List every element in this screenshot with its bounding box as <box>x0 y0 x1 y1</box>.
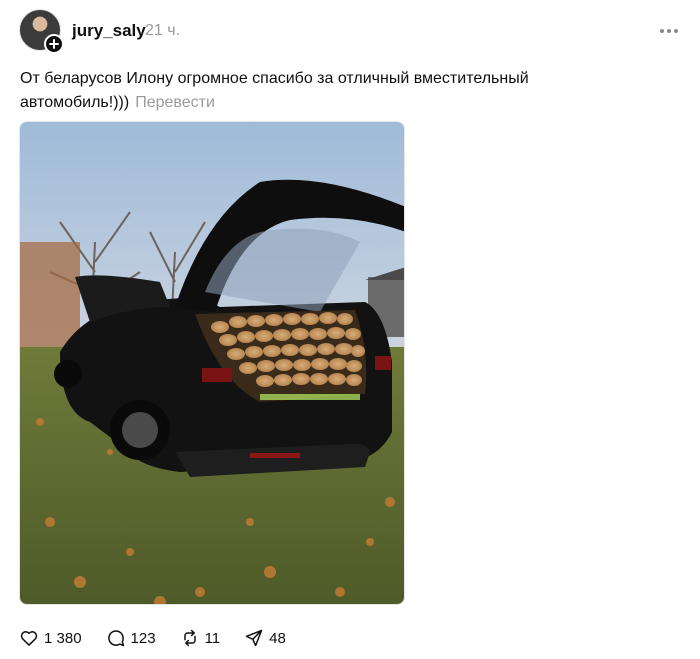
plus-icon <box>49 39 59 49</box>
repost-icon <box>183 629 196 647</box>
post: jury_saly 21 ч. От беларусов Илону огром… <box>0 0 700 659</box>
like-count: 1 380 <box>44 629 82 647</box>
repost-button[interactable]: 11 <box>180 628 221 648</box>
like-button[interactable]: 1 380 <box>19 628 82 648</box>
caption-text: От беларусов Илону огромное спасибо за о… <box>20 70 529 111</box>
action-bar: 1 380 123 11 48 <box>19 626 310 650</box>
more-button[interactable] <box>660 24 678 38</box>
translate-link[interactable]: Перевести <box>135 94 215 111</box>
post-caption: От беларусов Илону огромное спасибо за о… <box>20 67 580 115</box>
share-count: 48 <box>269 629 286 647</box>
post-image[interactable] <box>19 121 405 605</box>
post-time[interactable]: 21 ч. <box>145 22 180 40</box>
username[interactable]: jury_saly <box>72 21 146 41</box>
follow-button[interactable] <box>44 34 64 54</box>
avatar-button[interactable] <box>19 9 64 54</box>
comment-icon <box>107 630 124 647</box>
reply-button[interactable]: 123 <box>106 628 156 648</box>
heart-icon <box>20 631 38 646</box>
more-icon <box>660 29 664 33</box>
repost-count: 11 <box>204 629 221 647</box>
reply-count: 123 <box>130 629 156 647</box>
send-icon <box>245 629 263 647</box>
car-trunk-photo <box>20 122 404 604</box>
share-button[interactable]: 48 <box>244 628 286 648</box>
